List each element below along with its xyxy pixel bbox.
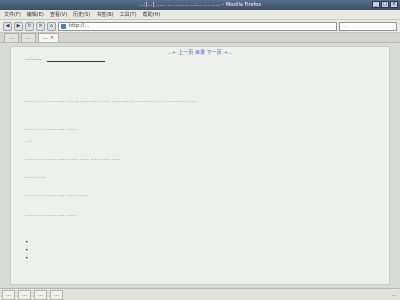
window-controls: _ □ × bbox=[372, 1, 398, 8]
menu-tools[interactable]: 工具(T) bbox=[120, 11, 137, 18]
menu-help[interactable]: 帮助(H) bbox=[143, 11, 161, 18]
page-header: …:…… bbox=[25, 56, 42, 62]
address-bar-text: http://… bbox=[69, 22, 90, 29]
stop-button[interactable]: ✕ bbox=[36, 21, 45, 31]
clock: … bbox=[392, 291, 397, 298]
list-item: • bbox=[25, 247, 29, 254]
taskbar-item[interactable]: … bbox=[2, 289, 15, 300]
list-item: • bbox=[25, 239, 29, 246]
header-underline bbox=[47, 61, 105, 62]
tab-label: … bbox=[9, 35, 14, 41]
tab-bar: … … … × bbox=[0, 33, 400, 43]
menu-bookmarks[interactable]: 书签(B) bbox=[96, 11, 113, 18]
tab-label: … bbox=[26, 35, 31, 41]
menu-bar: 文件(F) 编辑(E) 查看(V) 历史(S) 书签(B) 工具(T) 帮助(H… bbox=[0, 10, 400, 20]
menu-history[interactable]: 历史(S) bbox=[73, 11, 90, 18]
tab-1[interactable]: … bbox=[4, 33, 19, 42]
tab-2[interactable]: … bbox=[21, 33, 36, 42]
menu-edit[interactable]: 编辑(E) bbox=[27, 11, 44, 18]
bullet-list: • • • bbox=[25, 239, 29, 263]
page-content: …← 上一页 目录 下一页 →… …:…… …… …… …… …… ……, ……… bbox=[10, 46, 390, 285]
tab-3-active[interactable]: … × bbox=[38, 33, 60, 42]
taskbar-item[interactable]: … bbox=[50, 289, 63, 300]
taskbar: … … … … … bbox=[0, 288, 400, 300]
paragraph-6: …… …… …… …… …… …… bbox=[25, 193, 88, 198]
window-title: …:[…] …… … ……… …:… … …… - Mozilla Firefo… bbox=[138, 2, 262, 8]
paragraph-3: …: bbox=[25, 139, 32, 144]
chapter-navigation-link[interactable]: …← 上一页 目录 下一页 →… bbox=[11, 49, 389, 56]
reload-button[interactable]: ↻ bbox=[25, 21, 34, 31]
back-button[interactable]: ◀ bbox=[3, 21, 12, 31]
paragraph-1: …… …… …… …… ……, …… …… …… …… ……, …… …… ……… bbox=[25, 99, 197, 104]
home-button[interactable]: ⌂ bbox=[47, 21, 56, 31]
menu-view[interactable]: 查看(V) bbox=[50, 11, 67, 18]
paragraph-7: …… …… …… …… …… bbox=[25, 213, 77, 218]
window-titlebar: …:[…] …… … ……… …:… … …… - Mozilla Firefo… bbox=[0, 0, 400, 10]
address-bar[interactable]: http://… bbox=[58, 21, 337, 31]
tab-close-icon[interactable]: × bbox=[50, 34, 54, 42]
taskbar-item[interactable]: … bbox=[18, 289, 31, 300]
paragraph-5: ……: …… bbox=[25, 175, 47, 180]
maximize-button[interactable]: □ bbox=[381, 1, 389, 8]
favicon-icon bbox=[61, 23, 66, 29]
paragraph-4: …… …… …… ……, …… …… …… …… …… bbox=[25, 157, 121, 162]
navigation-toolbar: ◀ ▶ ↻ ✕ ⌂ http://… … bbox=[0, 20, 400, 33]
tab-label: … bbox=[43, 35, 48, 41]
search-box[interactable]: … bbox=[339, 21, 397, 31]
menu-file[interactable]: 文件(F) bbox=[4, 11, 21, 18]
minimize-button[interactable]: _ bbox=[372, 1, 380, 8]
taskbar-item[interactable]: … bbox=[34, 289, 47, 300]
forward-button[interactable]: ▶ bbox=[14, 21, 23, 31]
paragraph-2: …… …… …… …… …… bbox=[25, 127, 77, 132]
close-button[interactable]: × bbox=[390, 1, 398, 8]
list-item: • bbox=[25, 255, 29, 262]
